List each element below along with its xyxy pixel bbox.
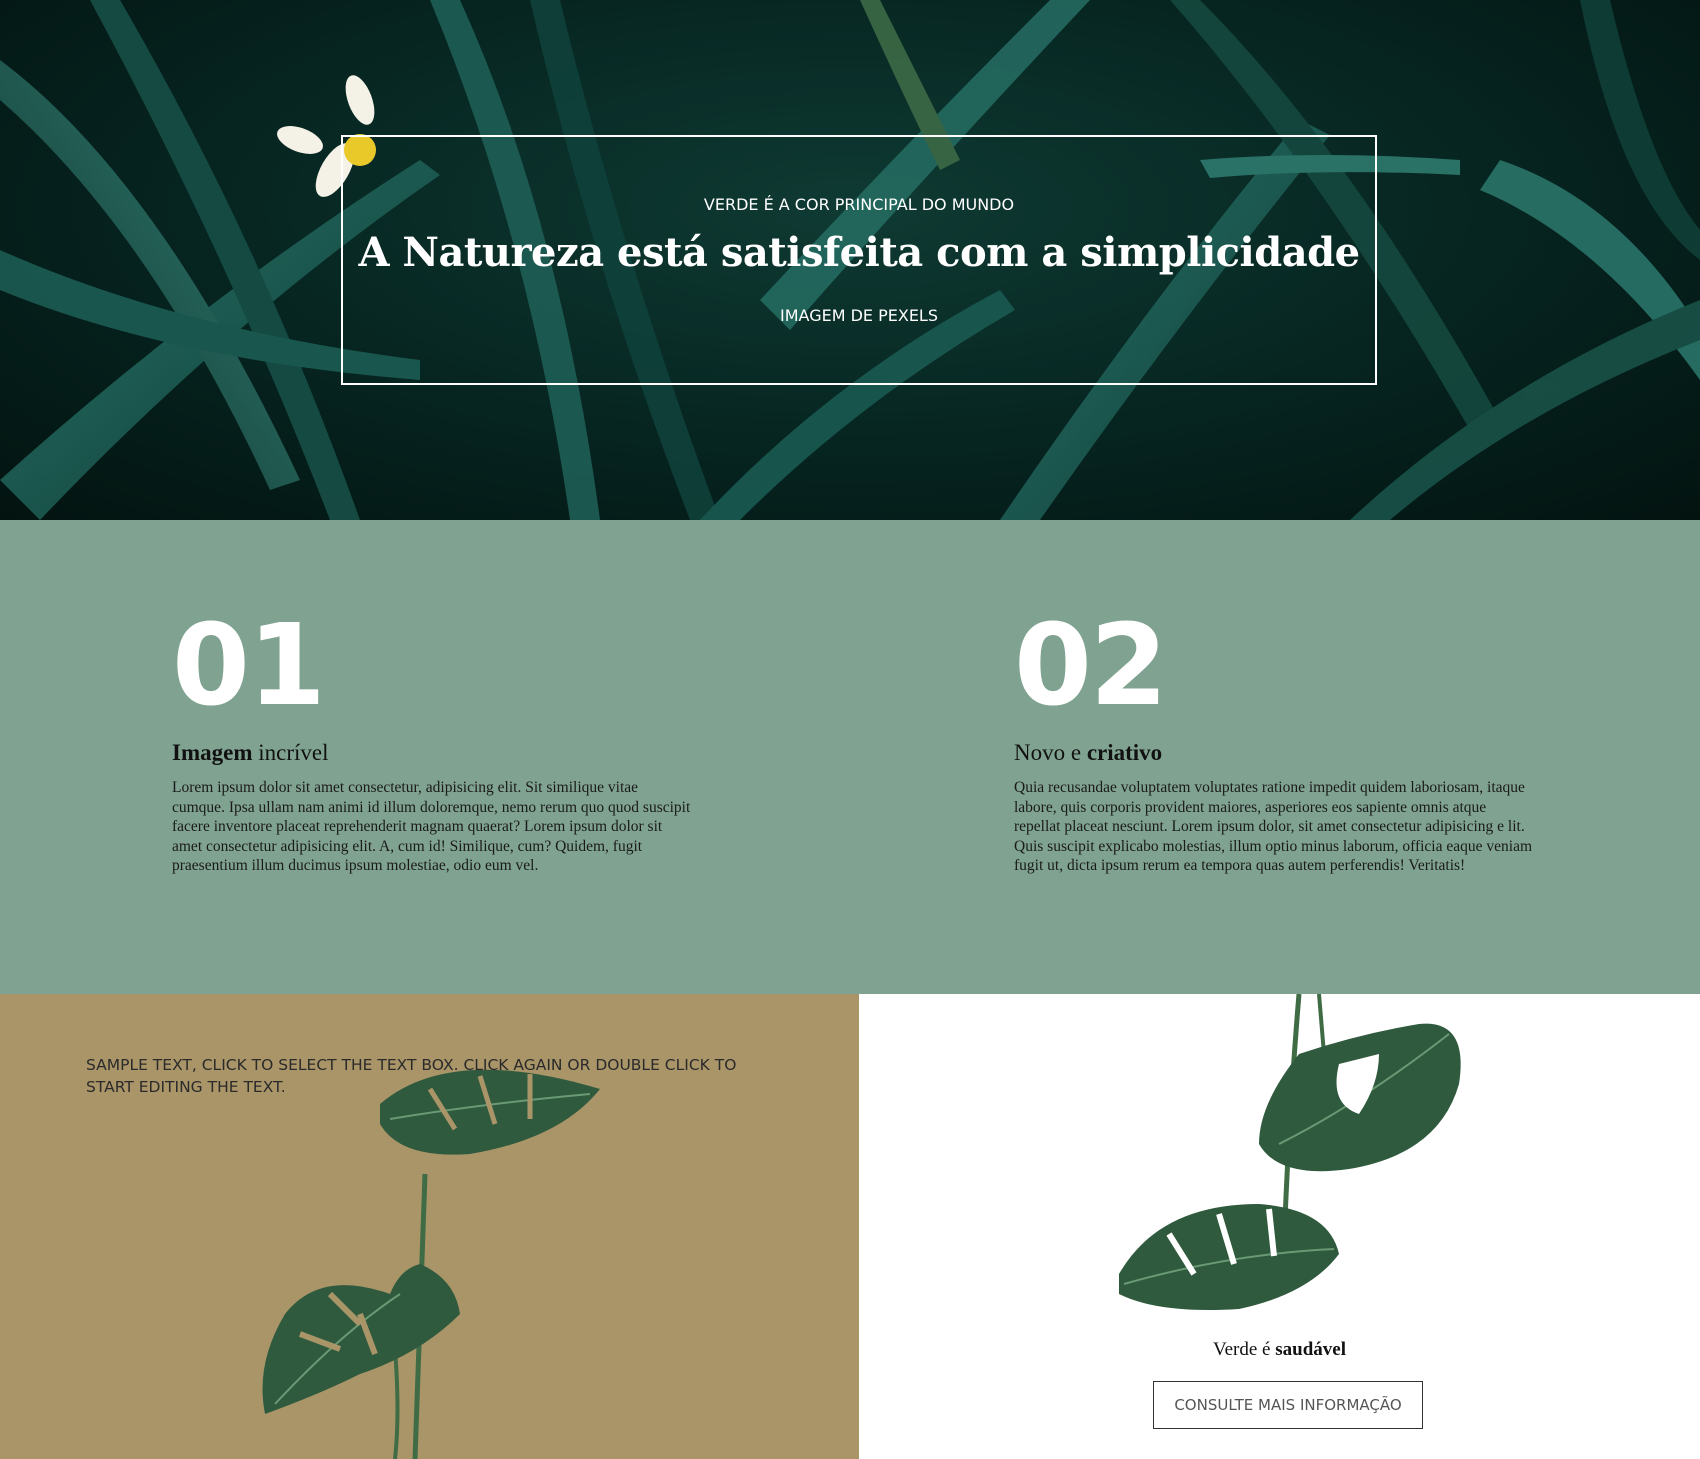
feature-number: 01 [172,601,326,731]
hero-frame: VERDE É A COR PRINCIPAL DO MUNDO A Natur… [341,135,1377,385]
feature-text: Quia recusandae voluptatem voluptates ra… [1014,779,1533,874]
feature-heading-regular: Novo e [1014,740,1082,765]
feature-heading-bold: Imagem [172,740,253,765]
monstera-leaf-icon [1259,1023,1461,1172]
feature-heading-bold: criativo [1086,740,1163,765]
feature-01: 01 Imagem incrível Lorem ipsum dolor sit… [172,610,692,876]
promo-caption-bold: saudável [1275,1339,1346,1360]
feature-heading: Novo e criativo [1014,740,1534,766]
more-info-button[interactable]: CONSULTE MAIS INFORMAÇÃO [1153,1381,1423,1429]
features-section: 01 Imagem incrível Lorem ipsum dolor sit… [0,520,1700,994]
hanging-monstera-image [1119,994,1461,1310]
sample-text-panel: SAMPLE TEXT, CLICK TO SELECT THE TEXT BO… [0,994,859,1459]
hero-title: A Natureza está satisfeita com a simplic… [358,229,1360,276]
promo-caption: Verde é saudável [859,1339,1700,1361]
hero-section: VERDE É A COR PRINCIPAL DO MUNDO A Natur… [0,0,1700,520]
feature-text: Lorem ipsum dolor sit amet consectetur, … [172,779,691,874]
promo-caption-regular: Verde é [1213,1339,1271,1360]
hero-kicker: VERDE É A COR PRINCIPAL DO MUNDO [703,195,1015,214]
monstera-leaf-icon [262,1264,460,1414]
feature-heading: Imagem incrível [172,740,692,766]
feature-02: 02 Novo e criativo Quia recusandae volup… [1014,610,1534,876]
promo-panel: Verde é saudável CONSULTE MAIS INFORMAÇÃ… [859,994,1700,1459]
feature-number: 02 [1014,601,1168,731]
feature-heading-regular: incrível [258,740,329,765]
hero-credit: IMAGEM DE PEXELS [780,306,938,325]
monstera-leaf-icon [1119,1204,1339,1310]
sample-text-box[interactable]: SAMPLE TEXT, CLICK TO SELECT THE TEXT BO… [86,1054,786,1098]
